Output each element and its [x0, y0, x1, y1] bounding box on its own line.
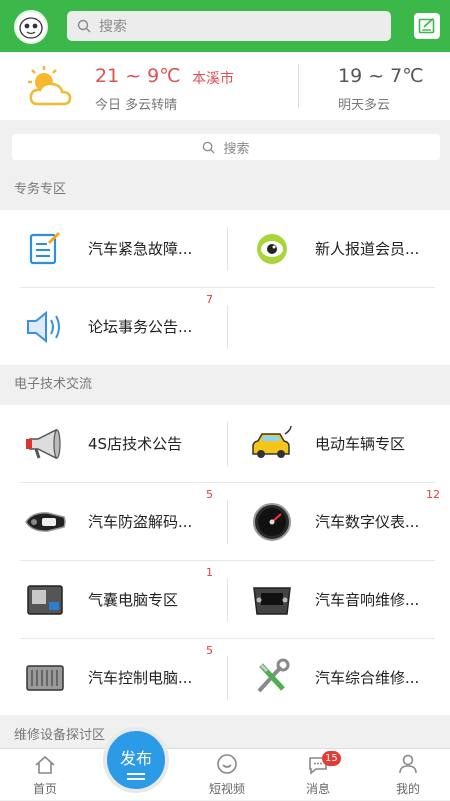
weather-panel[interactable]: 21 ~ 9℃ 本溪市 今日 多云转晴 19 ~ 7℃ 明天多云	[0, 52, 450, 120]
publish-label: 发布	[119, 749, 152, 768]
speaker-icon	[27, 310, 60, 343]
forum-item[interactable]: 4S店技术公告	[0, 405, 225, 482]
forum-item-label: 汽车紧急故障...	[88, 240, 193, 258]
tab-label: 消息	[305, 782, 330, 796]
menu-lines-icon	[127, 773, 145, 775]
search-input[interactable]: 搜索	[67, 11, 391, 41]
forum-item-label: 气囊电脑专区	[88, 591, 179, 609]
car-key-icon	[25, 511, 66, 532]
unread-badge: 12	[426, 488, 440, 501]
forum-item[interactable]: 汽车数字仪表... 12	[227, 483, 450, 560]
unread-badge: 5	[206, 488, 213, 501]
city-name: 本溪市	[192, 71, 234, 87]
forum-item[interactable]: 论坛事务公告... 7	[0, 288, 225, 365]
eye-icon	[257, 233, 287, 264]
document-edit-icon	[29, 231, 61, 264]
home-icon	[35, 755, 55, 774]
airbag-module-icon	[27, 584, 63, 615]
divider	[227, 305, 228, 349]
forum-item[interactable]: 电动车辆专区	[227, 405, 450, 482]
forum-item[interactable]: 汽车防盗解码... 5	[0, 483, 225, 560]
today-temperature: 21 ~ 9℃	[95, 65, 181, 87]
today-description: 今日 多云转晴	[95, 98, 178, 113]
avatar[interactable]	[14, 10, 48, 44]
tab-label: 我的	[395, 782, 420, 796]
tab-label: 首页	[32, 782, 57, 796]
forum-item-label: 汽车综合维修...	[315, 669, 420, 687]
edit-note-icon	[418, 17, 435, 34]
section-title: 电子技术交流	[14, 377, 93, 392]
tab-video[interactable]: 短视频	[182, 749, 272, 801]
publish-button[interactable]: 发布	[103, 727, 169, 793]
electric-car-icon	[252, 425, 292, 458]
top-bar: 搜索	[0, 0, 450, 52]
tab-messages[interactable]: 消息	[273, 749, 363, 801]
forum-item[interactable]: 汽车紧急故障...	[0, 210, 225, 287]
person-icon	[399, 754, 417, 774]
section-grid-1: 汽车紧急故障... 新人报道会员... 论坛事务公告... 7	[0, 210, 450, 365]
forum-item[interactable]: 汽车综合维修...	[227, 639, 450, 716]
partly-cloudy-icon	[28, 66, 72, 106]
tools-icon	[257, 658, 290, 692]
search-placeholder: 搜索	[223, 141, 250, 157]
forum-item[interactable]: 汽车音响维修...	[227, 561, 450, 638]
messages-badge: 15	[322, 751, 341, 766]
section-grid-2: 4S店技术公告 电动车辆专区 汽车防盗解码... 5 汽车数字仪表... 12 …	[0, 405, 450, 715]
tab-mine[interactable]: 我的	[363, 749, 450, 801]
forum-item-label: 论坛事务公告...	[88, 318, 193, 336]
search-icon	[77, 19, 91, 33]
tab-label: 短视频	[208, 782, 245, 796]
tomorrow-temperature: 19 ~ 7℃	[338, 65, 424, 87]
unread-badge: 7	[206, 293, 213, 306]
forum-item-label: 4S店技术公告	[88, 435, 183, 453]
forum-item-label: 汽车控制电脑...	[88, 669, 193, 687]
forum-item[interactable]: 气囊电脑专区 1	[0, 561, 225, 638]
search-placeholder: 搜索	[99, 19, 127, 35]
tab-home[interactable]: 首页	[0, 749, 90, 801]
section-title: 专务专区	[14, 182, 67, 197]
forum-item[interactable]: 新人报道会员...	[227, 210, 450, 287]
ecu-module-icon	[26, 664, 64, 691]
forum-item[interactable]: 汽车控制电脑... 5	[0, 639, 225, 716]
section-title: 维修设备探讨区	[14, 728, 106, 743]
forum-item-label: 新人报道会员...	[315, 240, 420, 258]
megaphone-icon	[26, 428, 61, 459]
weather-divider	[298, 64, 299, 108]
forum-item-label: 汽车防盗解码...	[88, 513, 193, 531]
dashboard-gauge-icon	[253, 502, 291, 541]
unread-badge: 5	[206, 644, 213, 657]
unread-badge: 1	[206, 566, 213, 579]
search-icon	[203, 141, 216, 154]
bottom-nav: 首页 短视频 消息 我的	[0, 748, 450, 800]
cartoon-face-icon	[19, 17, 43, 39]
video-icon	[217, 754, 237, 774]
forum-item-label: 电动车辆专区	[315, 435, 406, 453]
forum-item-label: 汽车数字仪表...	[315, 513, 420, 531]
car-stereo-icon	[253, 586, 291, 615]
edit-button[interactable]	[414, 13, 440, 39]
tomorrow-description: 明天多云	[338, 98, 391, 113]
forum-item-label: 汽车音响维修...	[315, 591, 420, 609]
forum-search-input[interactable]: 搜索	[12, 134, 440, 160]
